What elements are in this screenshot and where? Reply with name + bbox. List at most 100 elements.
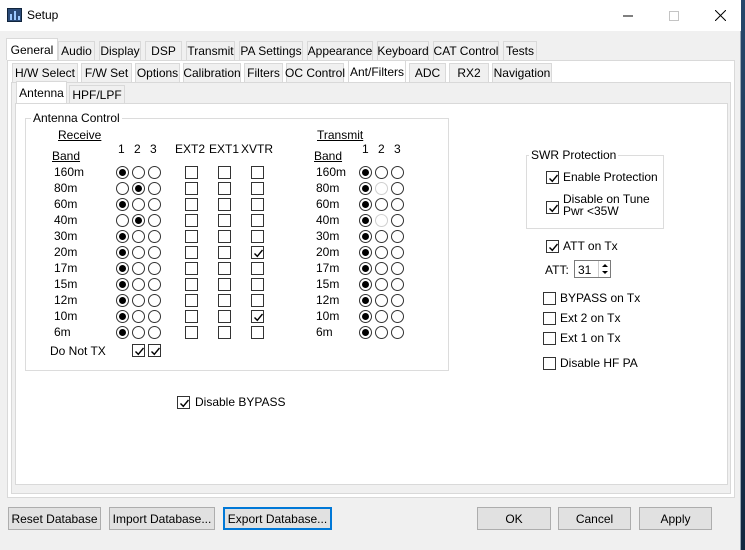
rx-radio-160m-2[interactable] <box>132 166 145 179</box>
tx-radio-40m-1[interactable] <box>359 214 372 227</box>
rx-radio-40m-3[interactable] <box>148 214 161 227</box>
tab-pa-settings[interactable]: PA Settings <box>239 41 303 60</box>
rx-radio-60m-3[interactable] <box>148 198 161 211</box>
bypass-on-tx-checkbox[interactable] <box>543 292 556 305</box>
tx-radio-12m-3[interactable] <box>391 294 404 307</box>
ext1-checkbox-15m[interactable] <box>218 278 231 291</box>
ext1-checkbox-60m[interactable] <box>218 198 231 211</box>
import-database-button[interactable]: Import Database... <box>109 507 215 530</box>
rx-radio-15m-1[interactable] <box>116 278 129 291</box>
tab-adc[interactable]: ADC <box>409 63 446 82</box>
tab-f-w-set[interactable]: F/W Set <box>81 63 132 82</box>
tab-calibration[interactable]: Calibration <box>183 63 241 82</box>
reset-database-button[interactable]: Reset Database <box>8 507 101 530</box>
rx-radio-17m-3[interactable] <box>148 262 161 275</box>
ext2-checkbox-60m[interactable] <box>185 198 198 211</box>
ext1-on-tx-checkbox[interactable] <box>543 332 556 345</box>
ext2-checkbox-10m[interactable] <box>185 310 198 323</box>
tx-radio-160m-2[interactable] <box>375 166 388 179</box>
export-database-button[interactable]: Export Database... <box>223 507 332 530</box>
ext1-checkbox-6m[interactable] <box>218 326 231 339</box>
att-spin-arrows-icon[interactable] <box>598 261 610 277</box>
disable-bypass-checkbox[interactable] <box>177 396 190 409</box>
tx-radio-12m-2[interactable] <box>375 294 388 307</box>
rx-radio-17m-1[interactable] <box>116 262 129 275</box>
tx-radio-80m-1[interactable] <box>359 182 372 195</box>
tx-radio-60m-3[interactable] <box>391 198 404 211</box>
ext1-checkbox-12m[interactable] <box>218 294 231 307</box>
minimize-icon[interactable] <box>605 0 651 31</box>
xvtr-checkbox-40m[interactable] <box>251 214 264 227</box>
do-not-tx-checkbox-2[interactable] <box>132 344 145 357</box>
xvtr-checkbox-80m[interactable] <box>251 182 264 195</box>
tx-radio-30m-1[interactable] <box>359 230 372 243</box>
tx-radio-17m-3[interactable] <box>391 262 404 275</box>
rx-radio-80m-2[interactable] <box>132 182 145 195</box>
tab-tests[interactable]: Tests <box>503 41 537 60</box>
do-not-tx-checkbox-3[interactable] <box>148 344 161 357</box>
tab-keyboard[interactable]: Keyboard <box>377 41 429 60</box>
disable-hf-pa-checkbox[interactable] <box>543 357 556 370</box>
tx-radio-160m-1[interactable] <box>359 166 372 179</box>
tx-radio-15m-2[interactable] <box>375 278 388 291</box>
tab-display[interactable]: Display <box>99 41 141 60</box>
tab-h-w-select[interactable]: H/W Select <box>12 63 78 82</box>
tab-audio[interactable]: Audio <box>58 41 95 60</box>
tx-radio-80m-2[interactable] <box>375 182 388 195</box>
xvtr-checkbox-15m[interactable] <box>251 278 264 291</box>
ok-button[interactable]: OK <box>477 507 551 530</box>
rx-radio-20m-3[interactable] <box>148 246 161 259</box>
tx-radio-30m-2[interactable] <box>375 230 388 243</box>
tx-radio-10m-1[interactable] <box>359 310 372 323</box>
tx-radio-20m-1[interactable] <box>359 246 372 259</box>
rx-radio-60m-1[interactable] <box>116 198 129 211</box>
ext1-checkbox-160m[interactable] <box>218 166 231 179</box>
rx-radio-40m-1[interactable] <box>116 214 129 227</box>
xvtr-checkbox-60m[interactable] <box>251 198 264 211</box>
tab-options[interactable]: Options <box>135 63 180 82</box>
tab-filters[interactable]: Filters <box>244 63 283 82</box>
tab-antenna[interactable]: Antenna <box>16 81 67 103</box>
rx-radio-17m-2[interactable] <box>132 262 145 275</box>
rx-radio-40m-2[interactable] <box>132 214 145 227</box>
att-stepper[interactable]: 31 <box>574 260 611 278</box>
ext2-checkbox-12m[interactable] <box>185 294 198 307</box>
rx-radio-20m-1[interactable] <box>116 246 129 259</box>
ext2-checkbox-160m[interactable] <box>185 166 198 179</box>
rx-radio-160m-1[interactable] <box>116 166 129 179</box>
rx-radio-30m-1[interactable] <box>116 230 129 243</box>
xvtr-checkbox-20m[interactable] <box>251 246 264 259</box>
ext1-checkbox-30m[interactable] <box>218 230 231 243</box>
tab-navigation[interactable]: Navigation <box>492 63 552 82</box>
tab-general[interactable]: General <box>6 38 58 60</box>
ext1-checkbox-10m[interactable] <box>218 310 231 323</box>
xvtr-checkbox-160m[interactable] <box>251 166 264 179</box>
xvtr-checkbox-10m[interactable] <box>251 310 264 323</box>
tab-ant-filters[interactable]: Ant/Filters <box>348 60 406 82</box>
ext2-checkbox-20m[interactable] <box>185 246 198 259</box>
tx-radio-6m-3[interactable] <box>391 326 404 339</box>
rx-radio-12m-1[interactable] <box>116 294 129 307</box>
tx-radio-15m-1[interactable] <box>359 278 372 291</box>
apply-button[interactable]: Apply <box>639 507 712 530</box>
cancel-button[interactable]: Cancel <box>558 507 631 530</box>
xvtr-checkbox-12m[interactable] <box>251 294 264 307</box>
rx-radio-6m-3[interactable] <box>148 326 161 339</box>
rx-radio-30m-3[interactable] <box>148 230 161 243</box>
ext1-checkbox-20m[interactable] <box>218 246 231 259</box>
tx-radio-10m-3[interactable] <box>391 310 404 323</box>
tab-rx2[interactable]: RX2 <box>449 63 489 82</box>
tab-dsp[interactable]: DSP <box>145 41 182 60</box>
ext1-checkbox-17m[interactable] <box>218 262 231 275</box>
rx-radio-10m-1[interactable] <box>116 310 129 323</box>
tx-radio-60m-1[interactable] <box>359 198 372 211</box>
tx-radio-80m-3[interactable] <box>391 182 404 195</box>
ext2-checkbox-80m[interactable] <box>185 182 198 195</box>
tx-radio-15m-3[interactable] <box>391 278 404 291</box>
tx-radio-30m-3[interactable] <box>391 230 404 243</box>
tx-radio-17m-1[interactable] <box>359 262 372 275</box>
xvtr-checkbox-17m[interactable] <box>251 262 264 275</box>
ext2-checkbox-6m[interactable] <box>185 326 198 339</box>
att-on-tx-checkbox[interactable] <box>546 240 559 253</box>
tx-radio-20m-3[interactable] <box>391 246 404 259</box>
